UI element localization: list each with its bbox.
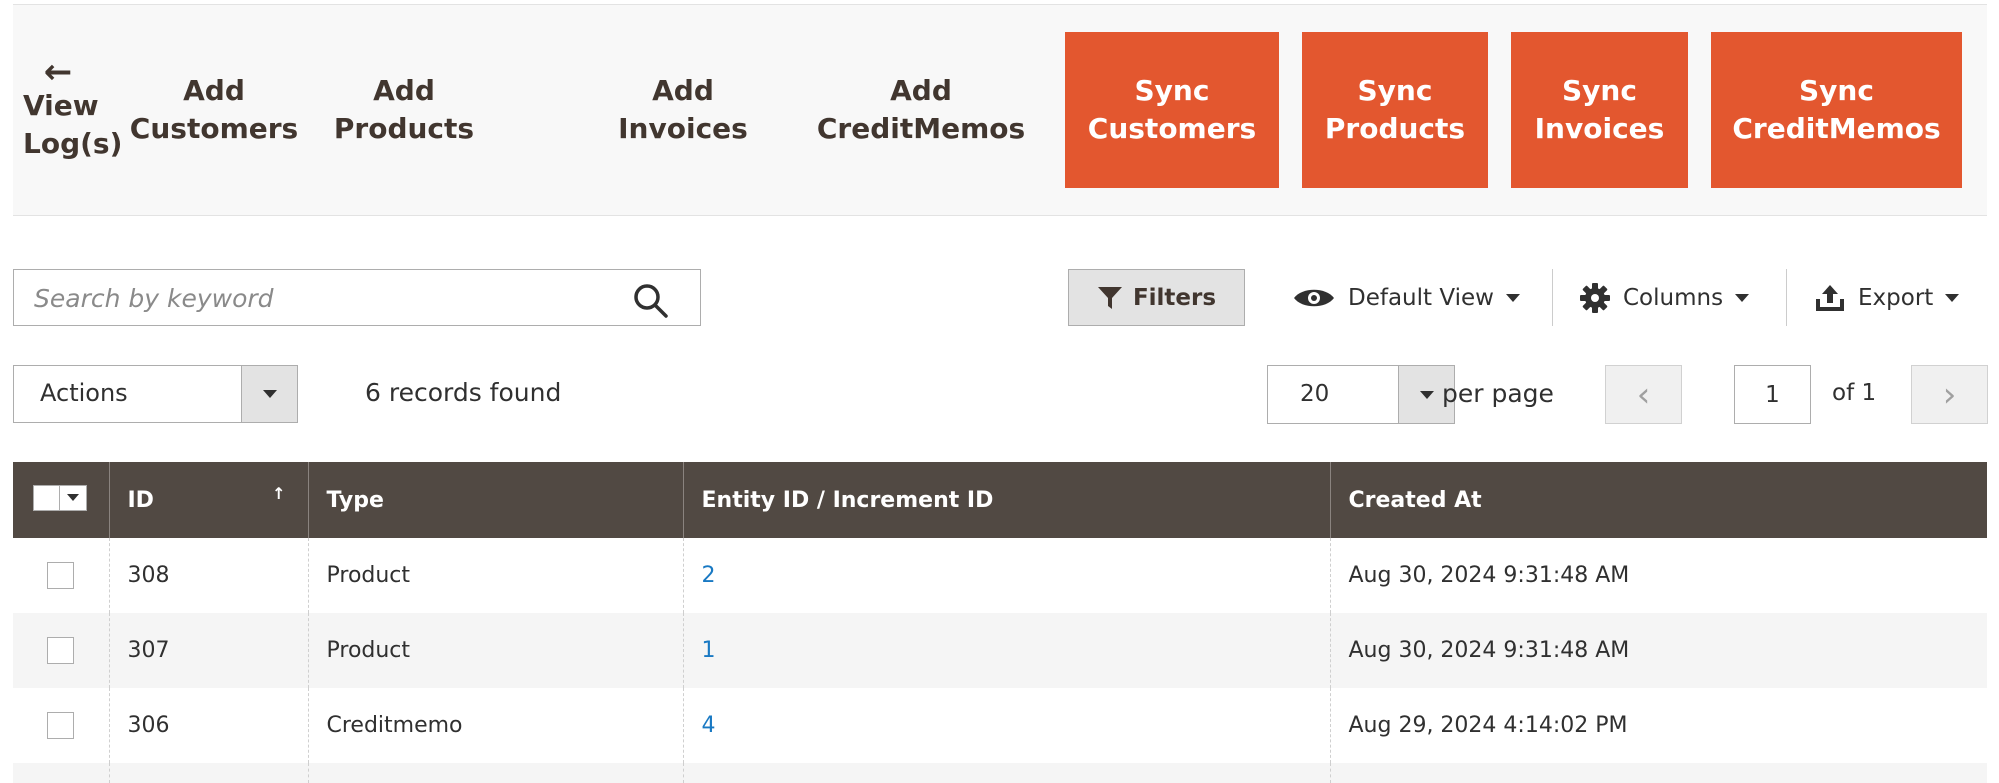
cell-id: 307 — [108, 613, 308, 688]
add-customers-button[interactable]: Add Customers — [130, 55, 298, 165]
cell-type: Product — [307, 538, 683, 613]
filter-icon — [1097, 286, 1122, 309]
records-found: 6 records found — [365, 378, 562, 407]
view-logs-button[interactable]: ← View Log(s) — [13, 52, 123, 163]
chevron-left-icon: ‹ — [1636, 374, 1651, 415]
caret-down-icon — [1505, 294, 1520, 302]
cell-created-at: Aug 30, 2024 9:31:48 AM — [1329, 613, 1987, 688]
logs-grid: ID ↑ Type Entity ID / Increment ID Creat… — [13, 462, 1987, 783]
caret-down-icon — [1945, 294, 1960, 302]
table-row — [13, 763, 1987, 783]
sync-customers-button[interactable]: Sync Customers — [1065, 32, 1279, 188]
column-header-created-at[interactable]: Created At — [1329, 462, 1987, 538]
chevron-right-icon: › — [1942, 374, 1957, 415]
cell-id: 306 — [108, 688, 308, 763]
grid-header-row: ID ↑ Type Entity ID / Increment ID Creat… — [13, 462, 1987, 538]
columns-dropdown[interactable]: Columns — [1579, 276, 1750, 320]
cell-created-at: Aug 29, 2024 4:14:02 PM — [1329, 688, 1987, 763]
search-icon[interactable] — [632, 282, 670, 324]
table-row[interactable]: 308 Product 2 Aug 30, 2024 9:31:48 AM — [13, 538, 1987, 613]
cell-id: 308 — [108, 538, 308, 613]
total-pages-label: of 1 — [1832, 380, 1877, 406]
current-page-input[interactable] — [1734, 365, 1811, 424]
sync-invoices-button[interactable]: Sync Invoices — [1511, 32, 1688, 188]
sort-ascending-icon: ↑ — [272, 484, 286, 503]
per-page-label: per page — [1442, 379, 1554, 408]
toolbar-divider — [1552, 269, 1553, 326]
filters-label: Filters — [1132, 284, 1217, 311]
export-icon — [1816, 285, 1844, 311]
table-row[interactable]: 306 Creditmemo 4 Aug 29, 2024 4:14:02 PM — [13, 688, 1987, 763]
default-view-label: Default View — [1348, 285, 1494, 311]
eye-icon — [1294, 289, 1334, 307]
next-page-button[interactable]: › — [1911, 365, 1988, 424]
sync-creditmemos-button[interactable]: Sync CreditMemos — [1711, 32, 1962, 188]
column-header-type[interactable]: Type — [307, 462, 683, 538]
view-logs-label: View Log(s) — [23, 89, 123, 160]
mass-select-header — [13, 462, 109, 538]
cell-entity-link[interactable]: 2 — [682, 538, 1330, 613]
cell-type: Creditmemo — [307, 688, 683, 763]
cell-entity-link[interactable]: 4 — [682, 688, 1330, 763]
arrow-left-icon: ← — [43, 52, 73, 92]
page-actions-toolbar: ← View Log(s) Add Customers Add Products… — [13, 4, 1987, 216]
cell-type: Product — [307, 613, 683, 688]
add-invoices-button[interactable]: Add Invoices — [618, 55, 748, 165]
table-row[interactable]: 307 Product 1 Aug 30, 2024 9:31:48 AM — [13, 613, 1987, 688]
mass-select-checkbox[interactable] — [33, 484, 87, 511]
caret-down-icon — [1735, 294, 1750, 302]
add-creditmemos-button[interactable]: Add CreditMemos — [817, 55, 1025, 165]
column-header-id[interactable]: ID ↑ — [108, 462, 308, 538]
mass-actions-dropdown[interactable]: Actions — [13, 365, 298, 423]
toolbar-divider — [1786, 269, 1787, 326]
per-page-select[interactable]: 20 — [1267, 365, 1455, 424]
caret-down-icon — [241, 366, 297, 422]
column-header-entity-id[interactable]: Entity ID / Increment ID — [682, 462, 1330, 538]
cell-created-at: Aug 30, 2024 9:31:48 AM — [1329, 538, 1987, 613]
previous-page-button[interactable]: ‹ — [1605, 365, 1682, 424]
cell-entity-link[interactable]: 1 — [682, 613, 1330, 688]
add-products-button[interactable]: Add Products — [331, 55, 477, 165]
columns-label: Columns — [1623, 285, 1724, 311]
row-checkbox[interactable] — [47, 637, 75, 664]
filters-button[interactable]: Filters — [1068, 269, 1245, 326]
export-label: Export — [1858, 285, 1934, 311]
sync-products-button[interactable]: Sync Products — [1302, 32, 1488, 188]
gear-icon — [1580, 283, 1610, 313]
actions-label: Actions — [40, 379, 128, 407]
search-input[interactable] — [32, 280, 616, 316]
default-view-dropdown[interactable]: Default View — [1292, 276, 1520, 320]
export-dropdown[interactable]: Export — [1814, 276, 1960, 320]
row-checkbox[interactable] — [47, 562, 75, 589]
keyword-search — [13, 269, 701, 326]
row-checkbox[interactable] — [47, 712, 75, 739]
per-page-value: 20 — [1300, 381, 1330, 407]
